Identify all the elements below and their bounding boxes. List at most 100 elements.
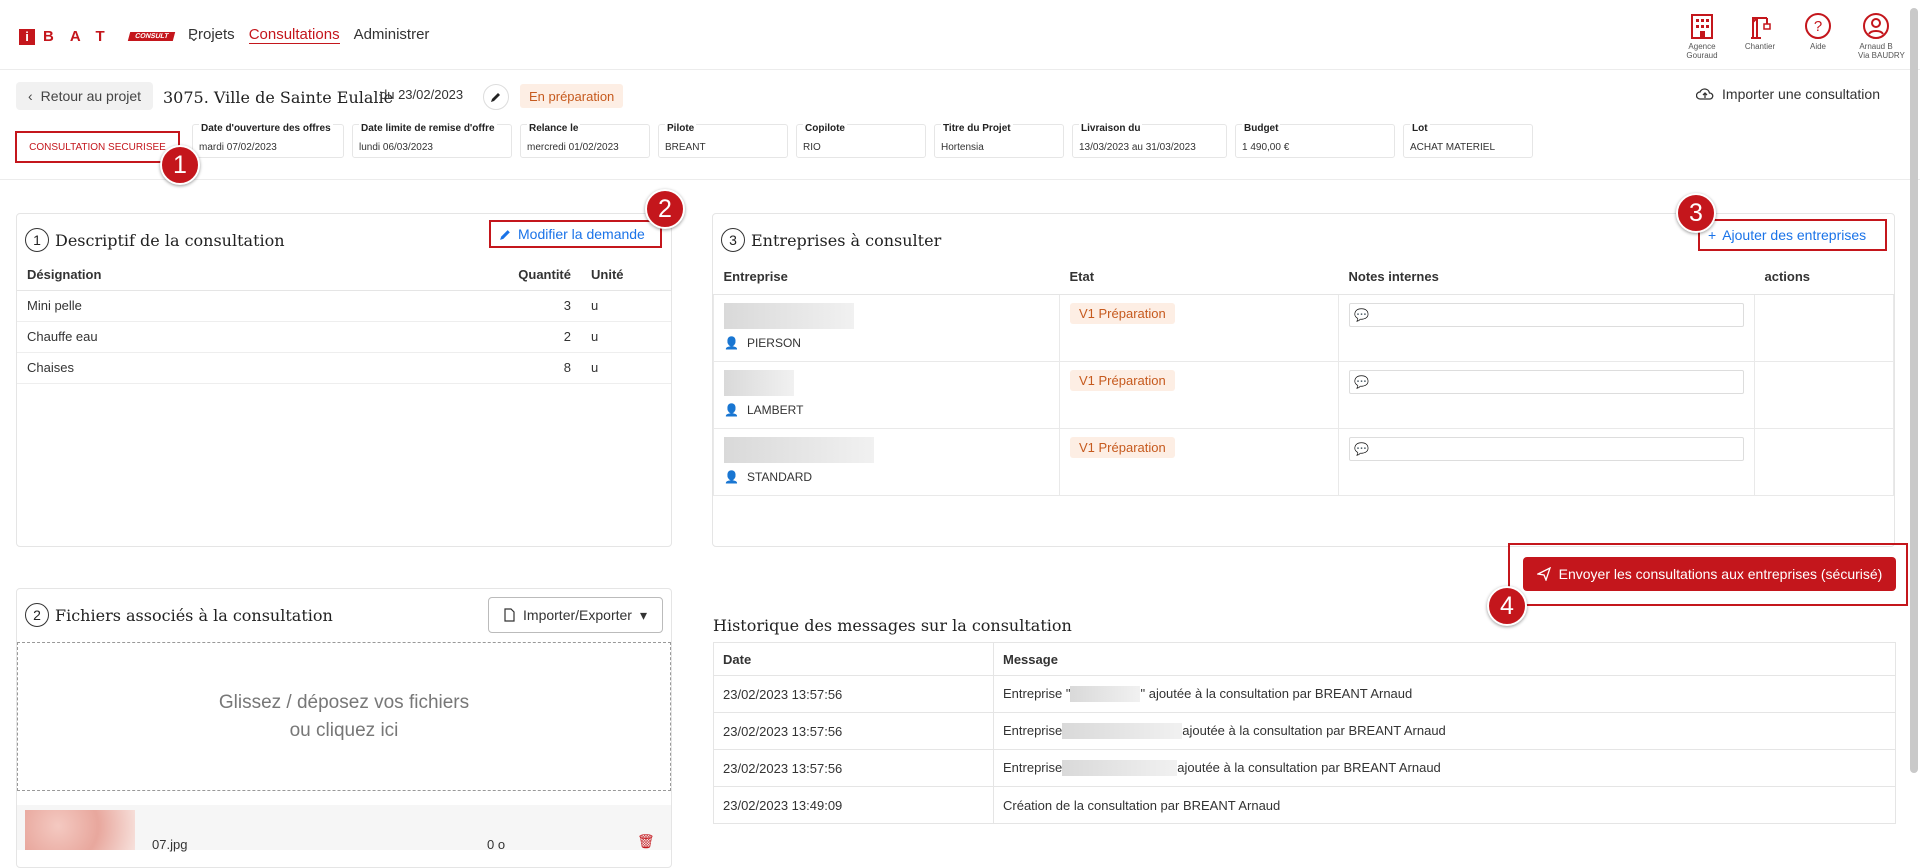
redacted-company-name [1070, 686, 1141, 703]
main-nav: Projets Consultations Administrer [188, 26, 429, 44]
table-row: 👤 LAMBERT V1 Préparation 💬 [713, 360, 1894, 429]
descriptif-title: 1 Descriptif de la consultation [25, 228, 285, 252]
user-edit-icon[interactable]: 👤 [724, 336, 739, 350]
ajouter-entreprises-button[interactable]: + Ajouter des entreprises [1698, 219, 1887, 251]
contact-name: PIERSON [746, 335, 801, 350]
file-icon [504, 608, 515, 622]
drop-zone-line1: Glissez / déposez vos fichiers [218, 691, 470, 713]
user-icon [1863, 13, 1889, 39]
drop-zone-line2: ou cliquez ici [289, 719, 399, 741]
info-card-lot: Lot ACHAT MATERIEL [1403, 123, 1533, 158]
comments-icon: 💬 [1354, 441, 1369, 456]
state-badge: V1 Préparation [1070, 302, 1175, 324]
brand-tag: CONSULT [127, 32, 176, 41]
table-row: 23/02/2023 13:49:09 Création de la consu… [713, 786, 1896, 824]
info-card-limite: Date limite de remise d'offre lundi 06/03… [352, 123, 512, 158]
actions-cell [1754, 360, 1894, 429]
top-icon-bar: Agence Gouraud Chantier ? Aide Arnaud B … [1684, 12, 1905, 60]
state-badge: V1 Préparation [1070, 436, 1175, 458]
internal-note-input[interactable]: 💬 [1349, 436, 1744, 461]
cloud-upload-icon [1696, 88, 1714, 100]
nav-agence[interactable]: Agence Gouraud [1684, 12, 1720, 60]
table-row: Chaises 8 u [17, 352, 671, 384]
modifier-demande-label: Modifier la demande [518, 226, 645, 242]
comments-icon: 💬 [1354, 307, 1369, 322]
redacted-company-name [724, 302, 854, 329]
info-card-budget: Budget 1 490,00 € [1235, 123, 1395, 158]
redacted-company-name [1062, 760, 1178, 777]
file-drop-zone[interactable]: Glissez / déposez vos fichiers ou clique… [17, 642, 671, 791]
import-export-label: Importer/Exporter [523, 607, 632, 623]
descriptif-table: Désignation Quantité Unité Mini pelle 3 u … [17, 260, 671, 384]
nav-aide[interactable]: ? Aide [1800, 12, 1836, 60]
entreprises-table: Entreprise Etat Notes internes actions 👤… [713, 260, 1894, 496]
info-card-livraison: Livraison du 13/03/2023 au 31/03/2023 [1072, 123, 1227, 158]
brand-letters: BAT [43, 28, 121, 45]
caret-down-icon: ▾ [639, 606, 647, 623]
internal-note-input[interactable]: 💬 [1349, 369, 1744, 394]
pencil-icon [500, 229, 510, 240]
top-navbar: i BAT CONSULT ⌄ Projets Consultations Ad… [0, 0, 1920, 70]
info-card-copilote: Copilote RIO [796, 123, 926, 158]
info-card-relance: Relance le mercredi 01/02/2023 [520, 123, 650, 158]
nav-user[interactable]: Arnaud B Via BAUDRY [1858, 12, 1905, 60]
file-item[interactable]: 07.jpg 0 o 🗑 [17, 805, 671, 852]
column-header: Quantité [491, 260, 581, 291]
nav-link-administrer[interactable]: Administrer [354, 26, 430, 44]
paper-plane-icon [1536, 567, 1551, 581]
plus-icon: + [1708, 227, 1717, 243]
column-header: Entreprise [713, 260, 1060, 295]
info-cards: Date d'ouverture des offres mardi 07/02/2… [14, 123, 1533, 158]
table-row: 23/02/2023 13:57:56 Entreprise ajoutée à … [713, 749, 1896, 787]
import-consultation-label: Importer une consultation [1722, 86, 1880, 102]
nav-chantier-label: Chantier [1744, 42, 1776, 51]
contact-name: STANDARD [746, 469, 813, 484]
actions-cell [1754, 293, 1894, 362]
callout-marker-1: 1 [160, 145, 200, 185]
history-table: Date Message 23/02/2023 13:57:56 Entrepr… [713, 642, 1896, 824]
page-title: 3075. Ville de Sainte Eulalie [163, 88, 394, 107]
fichiers-title: 2 Fichiers associés à la consultation [25, 603, 333, 627]
import-consultation-link[interactable]: Importer une consultation [1696, 86, 1880, 102]
redacted-company-name [724, 436, 874, 463]
file-thumbnail [25, 810, 135, 850]
redacted-company-name [1062, 723, 1183, 740]
page-scrollbar[interactable] [1910, 8, 1918, 773]
entreprises-panel: 3 Entreprises à consulter Entreprise Eta… [712, 213, 1895, 547]
consultation-date: du 23/02/2023 [380, 87, 464, 102]
send-consultations-button[interactable]: Envoyer les consultations aux entreprise… [1523, 557, 1896, 591]
delete-icon[interactable]: 🗑 [637, 833, 655, 850]
back-to-project-button[interactable]: ‹ Retour au projet [16, 82, 154, 110]
nav-aide-label: Aide [1809, 42, 1826, 51]
modifier-demande-button[interactable]: Modifier la demande [489, 220, 662, 248]
user-edit-icon[interactable]: 👤 [724, 403, 739, 417]
column-header: Notes internes [1338, 260, 1755, 295]
table-row: 👤 PIERSON V1 Préparation 💬 [713, 293, 1894, 362]
user-edit-icon[interactable]: 👤 [724, 470, 739, 484]
help-icon: ? [1805, 13, 1831, 39]
nav-user-label: Arnaud B Via BAUDRY [1858, 42, 1905, 60]
actions-cell [1754, 427, 1894, 496]
send-consultations-label: Envoyer les consultations aux entreprise… [1558, 566, 1883, 582]
column-header: Unité [581, 260, 671, 291]
brand-logo[interactable]: i BAT CONSULT ⌄ [19, 28, 200, 45]
import-export-dropdown[interactable]: Importer/Exporter ▾ [488, 597, 663, 633]
comments-icon: 💬 [1354, 374, 1369, 389]
nav-chantier[interactable]: Chantier [1742, 12, 1778, 60]
edit-title-button[interactable] [483, 84, 509, 110]
column-header: Etat [1059, 260, 1339, 295]
table-row: 👤 STANDARD V1 Préparation 💬 [713, 427, 1894, 496]
callout-marker-4: 4 [1487, 586, 1527, 626]
svg-text:?: ? [1814, 18, 1822, 35]
info-card-ouverture: Date d'ouverture des offres mardi 07/02/2… [192, 123, 344, 158]
ajouter-entreprises-label: Ajouter des entreprises [1722, 227, 1867, 243]
column-header: Message [993, 642, 1896, 676]
nav-link-projets[interactable]: Projets [188, 26, 235, 44]
nav-agence-label: Agence Gouraud [1686, 42, 1718, 60]
back-button-label: Retour au projet [40, 88, 142, 104]
internal-note-input[interactable]: 💬 [1349, 302, 1744, 327]
table-row: Mini pelle 3 u [17, 290, 671, 322]
history-title: Historique des messages sur la consultat… [713, 616, 1072, 635]
nav-link-consultations[interactable]: Consultations [248, 26, 340, 44]
callout-marker-2: 2 [645, 189, 685, 229]
